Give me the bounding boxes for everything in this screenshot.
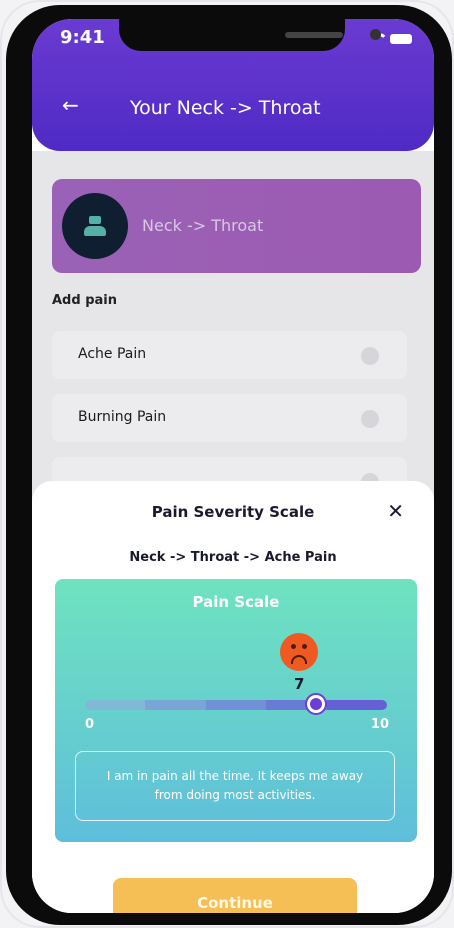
pain-description: I am in pain all the time. It keeps me a… xyxy=(106,769,364,802)
page-title: Your Neck -> Throat xyxy=(130,97,321,119)
camera-icon xyxy=(370,29,381,40)
track-segment xyxy=(85,700,146,710)
device-frame: 9:41 ← Your Neck -> Throat Neck -> Throa… xyxy=(0,0,454,928)
region-label: Neck -> Throat xyxy=(142,216,264,235)
scale-min-label: 0 xyxy=(85,717,95,732)
continue-button[interactable]: Continue xyxy=(113,878,357,913)
neck-figure-icon xyxy=(84,216,106,236)
pain-item-ache[interactable]: Ache Pain xyxy=(52,331,407,379)
battery-icon xyxy=(390,34,412,44)
close-icon[interactable]: ✕ xyxy=(387,499,404,523)
scale-value: 7 xyxy=(294,675,305,693)
sad-face-icon xyxy=(280,633,318,671)
sheet-title: Pain Severity Scale xyxy=(151,503,315,521)
pain-slider-track[interactable] xyxy=(85,700,387,710)
pain-scale-card: Pain Scale 7 0 10 I am in pain all the t… xyxy=(55,579,417,842)
scale-max-label: 10 xyxy=(370,717,389,732)
status-time: 9:41 xyxy=(60,27,105,48)
pain-item-burning[interactable]: Burning Pain xyxy=(52,394,407,442)
avatar xyxy=(62,193,128,259)
pain-slider-thumb[interactable] xyxy=(305,693,328,715)
speaker-icon xyxy=(285,32,343,38)
notch xyxy=(119,19,381,51)
pain-description-box: I am in pain all the time. It keeps me a… xyxy=(75,751,395,821)
track-segment xyxy=(145,700,206,710)
phone-bezel: 9:41 ← Your Neck -> Throat Neck -> Throa… xyxy=(6,5,452,925)
scale-title: Pain Scale xyxy=(192,593,280,611)
region-card[interactable]: Neck -> Throat xyxy=(52,179,421,273)
pain-item-label: Ache Pain xyxy=(78,346,147,362)
add-pain-heading: Add pain xyxy=(52,293,117,308)
back-arrow-icon[interactable]: ← xyxy=(62,95,79,115)
track-segment xyxy=(326,700,387,710)
pain-radio[interactable] xyxy=(361,347,379,365)
phone-screen: 9:41 ← Your Neck -> Throat Neck -> Throa… xyxy=(32,19,434,913)
sheet-subtitle: Neck -> Throat -> Ache Pain xyxy=(129,550,337,565)
pain-radio[interactable] xyxy=(361,410,379,428)
track-segment xyxy=(205,700,267,710)
pain-severity-sheet: Pain Severity Scale ✕ Neck -> Throat -> … xyxy=(32,481,434,913)
pain-item-label: Burning Pain xyxy=(78,409,167,425)
